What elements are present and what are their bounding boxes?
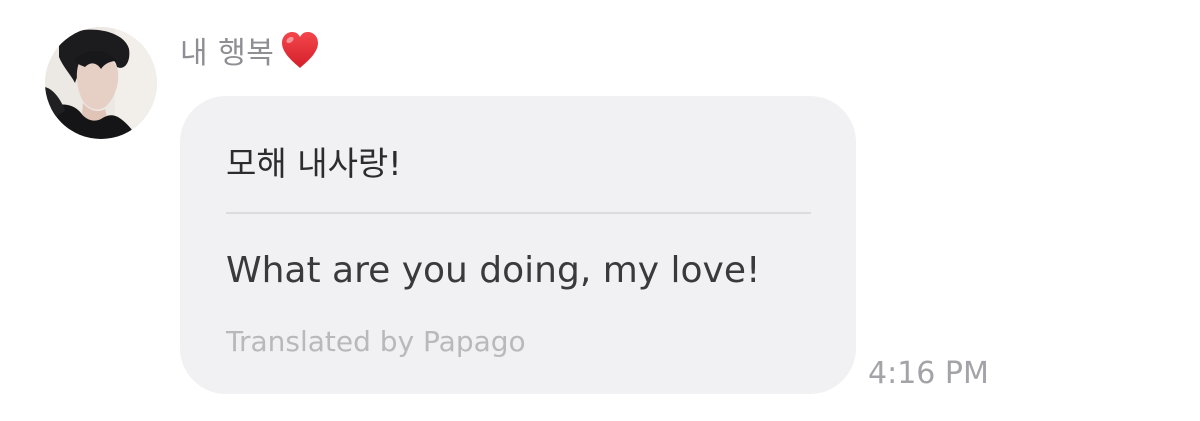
translated-message-text: What are you doing, my love! [226, 250, 761, 291]
translation-divider [226, 212, 811, 214]
sender-name-row: 내 행복 [180, 27, 322, 73]
sender-name: 내 행복 [180, 36, 275, 71]
original-message-text: 모해 내사랑! [226, 144, 402, 183]
avatar[interactable] [45, 27, 157, 139]
heart-icon [278, 28, 322, 72]
avatar-photo [45, 27, 157, 139]
message-bubble[interactable]: 모해 내사랑! What are you doing, my love! Tra… [180, 96, 856, 394]
translation-credit: Translated by Papago [226, 325, 526, 358]
message-timestamp: 4:16 PM [868, 356, 989, 391]
